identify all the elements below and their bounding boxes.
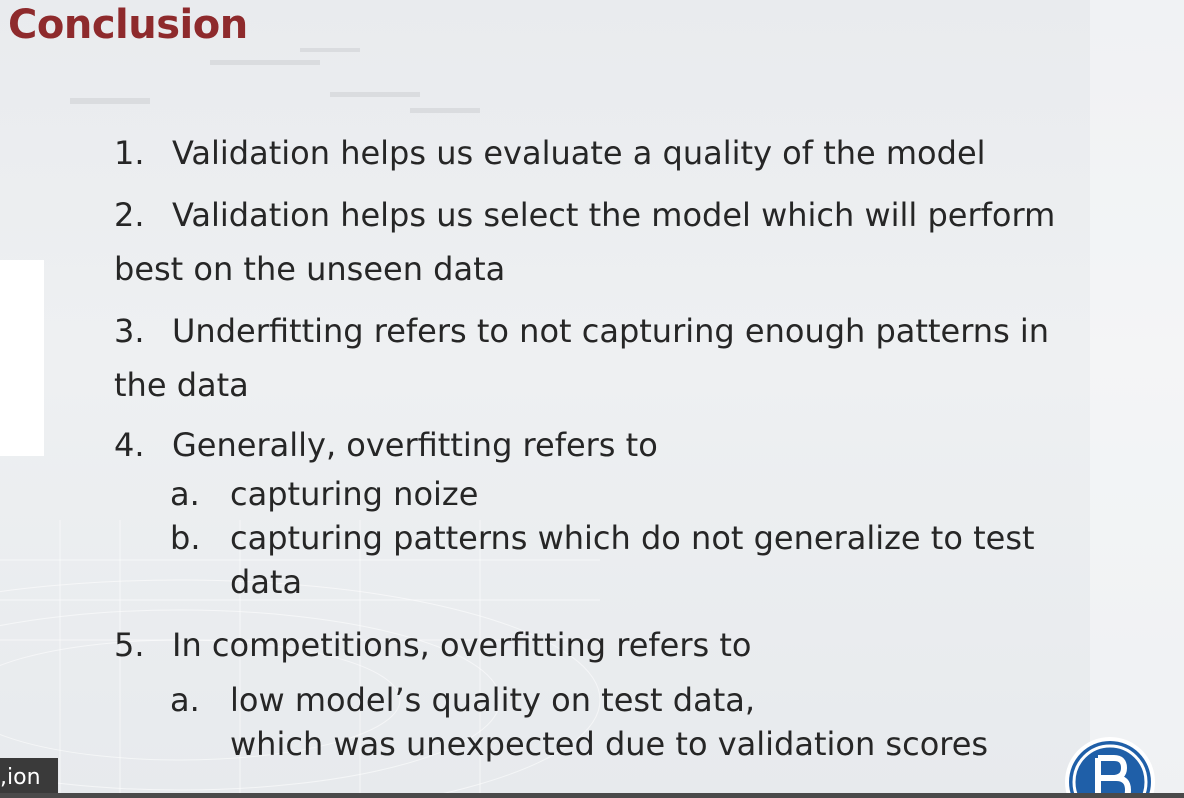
subtitle-caption: ion, [0, 758, 58, 798]
item-text: Validation helps us evaluate a quality o… [172, 134, 986, 172]
subitem-text: low model’s quality on test data, [230, 681, 756, 719]
item-continuation: best on the unseen data [114, 250, 506, 288]
slide-title: Conclusion [8, 2, 248, 48]
subitem-continuation: which was unexpected due to validation s… [230, 725, 989, 763]
item-text: Validation helps us select the model whi… [172, 196, 1056, 234]
slide: Conclusion 1. Validation helps us evaluat… [0, 0, 1184, 798]
item-number: 1. [114, 134, 145, 172]
sub-item: b. capturing patterns which do not genera… [114, 516, 1114, 560]
sub-item: a. capturing noize [114, 472, 1114, 516]
item-number: 2. [114, 196, 145, 234]
list-item: 4. Generally, overfitting refers to [114, 418, 1114, 472]
subitem-continuation: data [230, 563, 303, 601]
conclusion-list: 1. Validation helps us evaluate a quality… [114, 126, 1114, 766]
subitem-letter: a. [170, 681, 200, 719]
list-item: 1. Validation helps us evaluate a quality… [114, 126, 1114, 180]
item-continuation: the data [114, 366, 249, 404]
subitem-letter: b. [170, 519, 201, 557]
list-item: 3. Underfitting refers to not capturing e… [114, 304, 1114, 358]
side-panel [0, 260, 44, 456]
subitem-text: capturing patterns which do not generali… [230, 519, 1035, 557]
item-number: 5. [114, 626, 145, 664]
hse-logo-icon [1065, 737, 1155, 798]
item-number: 4. [114, 426, 145, 464]
item-number: 3. [114, 312, 145, 350]
bottom-bar [0, 793, 1184, 798]
list-item: 2. Validation helps us select the model w… [114, 188, 1114, 242]
caption-text: ion, [0, 765, 41, 790]
subitem-text: capturing noize [230, 475, 479, 513]
item-text: In competitions, overfitting refers to [172, 626, 752, 664]
item-text: Generally, overfitting refers to [172, 426, 658, 464]
sub-item: a. low model’s quality on test data, [114, 678, 1114, 722]
list-item: 5. In competitions, overfitting refers to [114, 618, 1114, 672]
subitem-letter: a. [170, 475, 200, 513]
item-text: Underfitting refers to not capturing eno… [172, 312, 1050, 350]
